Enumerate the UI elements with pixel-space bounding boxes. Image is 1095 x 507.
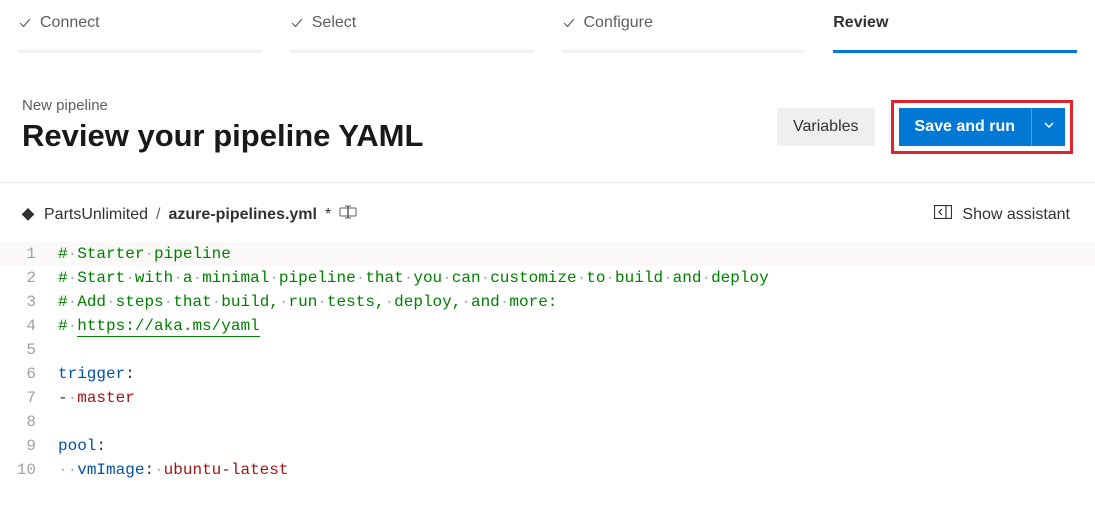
line-number: 2 — [0, 266, 58, 290]
line-number: 3 — [0, 290, 58, 314]
line-content[interactable]: -·master — [58, 386, 1095, 410]
panel-icon — [934, 205, 952, 224]
page-subtitle: New pipeline — [22, 97, 423, 114]
check-icon — [18, 16, 32, 30]
step-bar — [18, 50, 262, 53]
line-content[interactable]: trigger: — [58, 362, 1095, 386]
breadcrumb-folder[interactable]: PartsUnlimited — [44, 206, 148, 224]
line-number: 8 — [0, 410, 58, 434]
step-bar — [833, 50, 1077, 53]
editor-line[interactable]: 2#·Start·with·a·minimal·pipeline·that·yo… — [0, 266, 1095, 290]
repo-icon — [20, 207, 36, 223]
breadcrumb-separator: / — [156, 206, 160, 224]
line-number: 10 — [0, 458, 58, 482]
step-label: Review — [833, 14, 888, 32]
show-assistant-label: Show assistant — [962, 206, 1070, 224]
editor-line[interactable]: 1#·Starter·pipeline — [0, 242, 1095, 266]
line-number: 5 — [0, 338, 58, 362]
step-label: Configure — [584, 14, 653, 32]
yaml-editor[interactable]: 1#·Starter·pipeline2#·Start·with·a·minim… — [0, 238, 1095, 494]
save-and-run-dropdown[interactable] — [1031, 108, 1065, 146]
step-bar — [290, 50, 534, 53]
editor-line[interactable]: 9pool: — [0, 434, 1095, 458]
step-bar — [562, 50, 806, 53]
step-label: Connect — [40, 14, 100, 32]
show-assistant-button[interactable]: Show assistant — [934, 205, 1070, 224]
line-number: 9 — [0, 434, 58, 458]
line-content[interactable] — [58, 338, 1095, 362]
step-select[interactable]: Select — [290, 14, 534, 53]
line-content[interactable]: #·https://aka.ms/yaml — [58, 314, 1095, 338]
file-path: PartsUnlimited / azure-pipelines.yml * — [20, 205, 357, 224]
line-content[interactable]: ··vmImage:·ubuntu-latest — [58, 458, 1095, 482]
step-connect[interactable]: Connect — [18, 14, 262, 53]
line-content[interactable] — [58, 410, 1095, 434]
dirty-indicator: * — [325, 206, 331, 224]
save-and-run-button[interactable]: Save and run — [899, 108, 1031, 146]
line-number: 4 — [0, 314, 58, 338]
page-header: New pipeline Review your pipeline YAML V… — [0, 53, 1095, 183]
file-bar: PartsUnlimited / azure-pipelines.yml * S… — [0, 183, 1095, 238]
step-configure[interactable]: Configure — [562, 14, 806, 53]
editor-line[interactable]: 5 — [0, 338, 1095, 362]
save-and-run-highlight: Save and run — [891, 100, 1073, 154]
line-number: 7 — [0, 386, 58, 410]
step-review[interactable]: Review — [833, 14, 1077, 53]
chevron-down-icon — [1043, 118, 1055, 136]
breadcrumb-filename[interactable]: azure-pipelines.yml — [168, 206, 317, 224]
check-icon — [290, 16, 304, 30]
editor-line[interactable]: 6trigger: — [0, 362, 1095, 386]
line-content[interactable]: #·Start·with·a·minimal·pipeline·that·you… — [58, 266, 1095, 290]
variables-button[interactable]: Variables — [777, 108, 875, 146]
editor-line[interactable]: 7-·master — [0, 386, 1095, 410]
rename-icon[interactable] — [339, 205, 357, 224]
page-title: Review your pipeline YAML — [22, 118, 423, 154]
line-content[interactable]: #·Starter·pipeline — [58, 242, 1095, 266]
step-label: Select — [312, 14, 356, 32]
line-content[interactable]: pool: — [58, 434, 1095, 458]
wizard-stepper: Connect Select Configure Review — [0, 0, 1095, 53]
editor-line[interactable]: 4#·https://aka.ms/yaml — [0, 314, 1095, 338]
editor-line[interactable]: 3#·Add·steps·that·build,·run·tests,·depl… — [0, 290, 1095, 314]
editor-line[interactable]: 10··vmImage:·ubuntu-latest — [0, 458, 1095, 482]
line-content[interactable]: #·Add·steps·that·build,·run·tests,·deplo… — [58, 290, 1095, 314]
check-icon — [562, 16, 576, 30]
line-number: 6 — [0, 362, 58, 386]
line-number: 1 — [0, 242, 58, 266]
editor-line[interactable]: 8 — [0, 410, 1095, 434]
